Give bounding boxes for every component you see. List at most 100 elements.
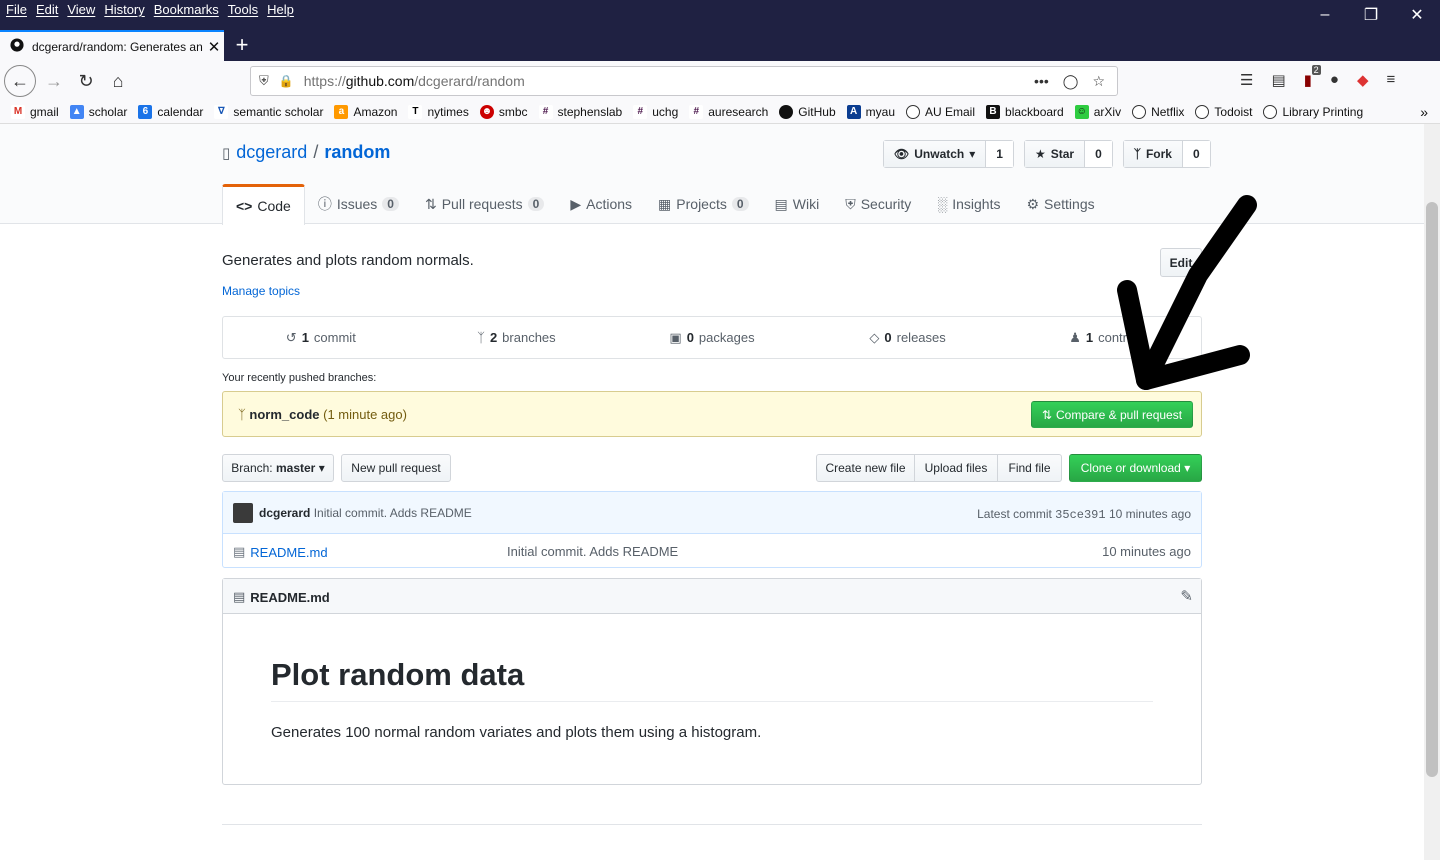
compare-pull-request-button[interactable]: ⇅ Compare & pull request <box>1031 401 1193 428</box>
tab-bar: dcgerard/random: Generates an ✕ + <box>0 30 1440 61</box>
page-actions-icon[interactable]: ••• <box>1034 73 1049 90</box>
clone-download-button[interactable]: Clone or download ▾ <box>1069 454 1202 482</box>
contributors-link[interactable]: ♟ 1 contrib <box>1005 330 1201 346</box>
bookmark-blackboard[interactable]: Bblackboard <box>986 104 1064 119</box>
tab-actions[interactable]: ▶ Actions <box>557 184 645 224</box>
issue-icon: ⓘ <box>317 196 332 212</box>
bookmark-uchg[interactable]: # uchg <box>633 104 678 119</box>
tracking-shield-icon[interactable]: ⛨ <box>259 73 269 89</box>
minimize-icon[interactable]: – <box>1302 0 1348 30</box>
releases-link[interactable]: ◇ 0 releases <box>810 330 1006 346</box>
ublock-icon[interactable]: ▮ 2 <box>1304 65 1321 89</box>
fork-button[interactable]: ᛉ Fork <box>1123 141 1183 167</box>
bookmark-stephenslab[interactable]: # stephenslab <box>538 104 622 119</box>
url-text[interactable]: https://github.com/dcgerard/random <box>304 73 1034 89</box>
bookmark-arxiv[interactable]: ☺ arXiv <box>1074 104 1121 119</box>
bookmark-star-icon[interactable]: ☆ <box>1092 73 1105 90</box>
sidebar-icon[interactable]: ▤ <box>1271 71 1285 89</box>
bookmark-netflix[interactable]: Netflix <box>1132 104 1184 119</box>
reload-icon[interactable]: ↻ <box>70 65 102 97</box>
stars-count[interactable]: 0 <box>1085 141 1112 167</box>
readme-body: Generates 100 normal random variates and… <box>271 724 762 741</box>
forks-count[interactable]: 0 <box>1182 141 1210 167</box>
star-button[interactable]: ★ Star <box>1024 141 1086 167</box>
bookmark-amazon[interactable]: a Amazon <box>334 104 397 119</box>
branch-select-button[interactable]: Branch: master ▾ <box>222 454 334 482</box>
tab-projects[interactable]: ▦ Projects 0 <box>645 184 762 224</box>
branches-link[interactable]: ᛉ 2 branches <box>419 330 615 345</box>
slack-icon: # <box>633 104 648 119</box>
bookmark-auresearch[interactable]: # auresearch <box>689 104 768 119</box>
forward-icon[interactable]: → <box>38 65 70 97</box>
github-icon <box>779 104 794 119</box>
menu-help[interactable]: Help <box>267 2 294 17</box>
pencil-icon[interactable]: ✎ <box>1180 587 1193 605</box>
menu-view[interactable]: View <box>67 2 95 17</box>
bookmark-library-printing[interactable]: Library Printing <box>1263 104 1363 119</box>
more-bookmarks-icon[interactable]: » <box>1420 104 1428 120</box>
watchers-count[interactable]: 1 <box>986 141 1013 167</box>
gear-icon: ⚙ <box>1026 195 1040 212</box>
account-icon[interactable]: ● <box>1330 71 1339 89</box>
tab-issues[interactable]: ⓘ Issues 0 <box>305 184 412 224</box>
hamburger-menu-icon[interactable]: ≡ <box>1387 71 1396 89</box>
edit-description-button[interactable]: Edit <box>1160 248 1202 277</box>
bookmark-au-email[interactable]: AU Email <box>906 104 975 119</box>
back-icon[interactable]: ← <box>4 65 36 97</box>
repo-icon: ▯ <box>222 144 231 162</box>
vertical-scrollbar[interactable] <box>1424 124 1440 860</box>
commits-link[interactable]: ↺ 1 commit <box>223 330 419 346</box>
home-icon[interactable]: ⌂ <box>102 65 134 97</box>
find-file-button[interactable]: Find file <box>997 454 1062 482</box>
bookmark-myau[interactable]: Amyau <box>846 104 895 119</box>
menu-bookmarks[interactable]: Bookmarks <box>154 2 219 17</box>
tab-code[interactable]: <> Code <box>222 184 305 225</box>
repo-name-link[interactable]: random <box>324 142 390 163</box>
create-new-file-button[interactable]: Create new file <box>816 454 915 482</box>
file-commit-message[interactable]: Initial commit. Adds README <box>507 544 678 559</box>
unwatch-button[interactable]: 👁 Unwatch ▾ <box>884 141 987 167</box>
close-window-icon[interactable]: ✕ <box>1394 0 1440 30</box>
browser-tab[interactable]: dcgerard/random: Generates an ✕ <box>0 30 224 61</box>
tab-pull-requests[interactable]: ⇅ Pull requests 0 <box>412 184 557 224</box>
maximize-icon[interactable]: ❐ <box>1348 0 1394 30</box>
commit-sha[interactable]: 35ce391 <box>1055 508 1105 522</box>
avatar[interactable] <box>233 503 253 523</box>
menu-file[interactable]: File <box>6 2 27 17</box>
close-tab-icon[interactable]: ✕ <box>204 38 224 56</box>
recent-branch-name[interactable]: norm_code <box>249 407 319 422</box>
new-tab-icon[interactable]: + <box>230 32 254 58</box>
scrollbar-thumb[interactable] <box>1426 202 1438 777</box>
tab-insights[interactable]: ░ Insights <box>924 184 1013 224</box>
menu-tools[interactable]: Tools <box>228 2 258 17</box>
library-icon[interactable]: ☰ <box>1240 71 1253 89</box>
url-bar[interactable]: ⛨ 🔒 https://github.com/dcgerard/random •… <box>250 66 1118 96</box>
repo-owner-link[interactable]: dcgerard <box>236 142 307 163</box>
bookmark-nytimes[interactable]: Tnytimes <box>408 104 469 119</box>
pull-request-icon: ⇅ <box>424 195 437 212</box>
bookmark-todoist[interactable]: Todoist <box>1195 104 1252 119</box>
tab-wiki[interactable]: ▤ Wiki <box>762 184 833 224</box>
bookmark-github[interactable]: GitHub <box>779 104 836 119</box>
manage-topics-link[interactable]: Manage topics <box>222 284 300 298</box>
tab-security[interactable]: ⛨ Security <box>832 184 924 224</box>
tab-settings[interactable]: ⚙ Settings <box>1013 184 1107 224</box>
privacy-badger-icon[interactable]: ◆ <box>1357 71 1369 89</box>
eye-icon: 👁 <box>894 147 910 161</box>
commit-author[interactable]: dcgerard <box>259 506 310 520</box>
github-favicon-icon <box>10 38 24 55</box>
file-name[interactable]: ▤ README.md <box>233 544 328 560</box>
packages-link[interactable]: ▣ 0 packages <box>614 330 810 346</box>
bookmark-calendar[interactable]: 6 calendar <box>138 104 203 119</box>
lock-icon[interactable]: 🔒 <box>279 74 294 88</box>
menu-edit[interactable]: Edit <box>36 2 58 17</box>
bookmark-scholar[interactable]: ▲ scholar <box>69 104 127 119</box>
menu-history[interactable]: History <box>104 2 144 17</box>
pocket-icon[interactable]: ◯ <box>1063 73 1079 90</box>
bookmark-semantic-scholar[interactable]: ∇ semantic scholar <box>214 104 323 119</box>
new-pull-request-button[interactable]: New pull request <box>341 454 451 482</box>
bookmark-smbc[interactable]: ☻ smbc <box>479 104 528 119</box>
bookmark-gmail[interactable]: Mgmail <box>11 104 59 119</box>
commit-message[interactable]: Initial commit. Adds README <box>314 506 472 520</box>
upload-files-button[interactable]: Upload files <box>914 454 998 482</box>
